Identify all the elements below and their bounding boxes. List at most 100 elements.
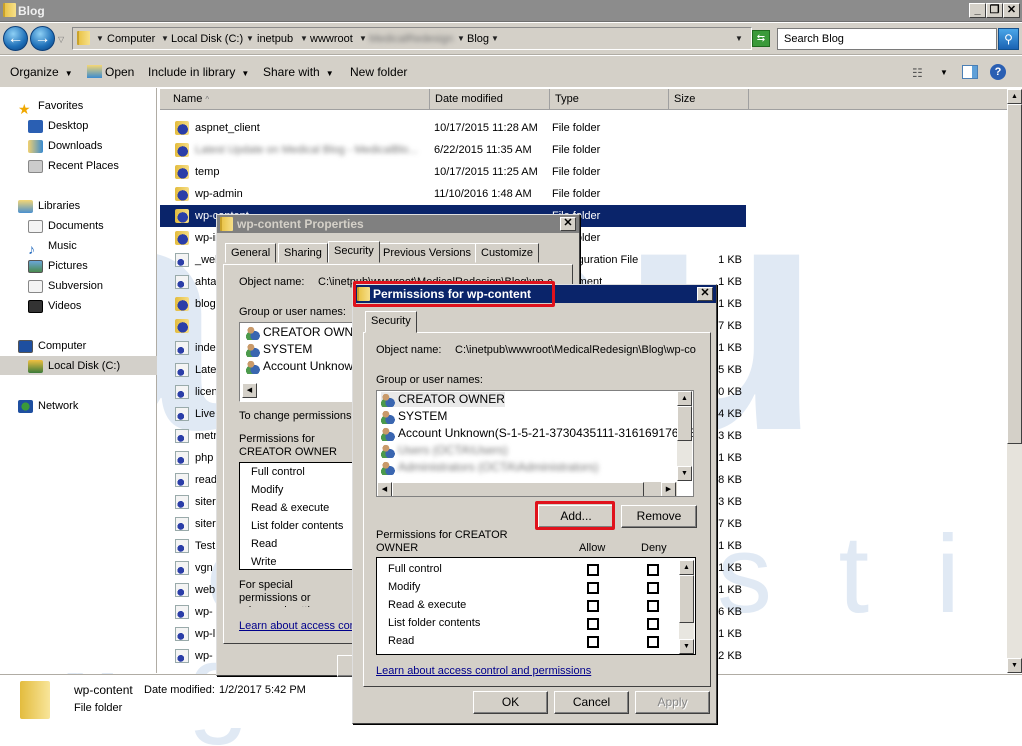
file-row[interactable]: aspnet_client 10/17/2015 11:28 AM File fol… xyxy=(160,117,746,139)
open-button[interactable]: Open xyxy=(105,65,134,79)
preview-pane-icon[interactable] xyxy=(962,65,978,79)
column-date-modified[interactable]: Date modified xyxy=(430,89,550,110)
new-folder-button[interactable]: New folder xyxy=(350,65,407,79)
nav-local-disk[interactable]: Local Disk (C:) xyxy=(28,357,120,375)
nav-documents[interactable]: Documents xyxy=(28,217,104,235)
breadcrumb-local-disk[interactable]: Local Disk (C:) xyxy=(171,33,243,45)
nav-recent-places[interactable]: Recent Places xyxy=(28,157,119,175)
nav-libraries[interactable]: Libraries xyxy=(18,197,80,215)
include-in-library-menu[interactable]: Include in library ▼ xyxy=(148,65,249,79)
search-button[interactable]: ⚲ xyxy=(998,28,1019,50)
remove-button[interactable]: Remove xyxy=(621,505,697,528)
allow-checkbox[interactable] xyxy=(587,618,599,630)
breadcrumb-inetpub[interactable]: inetpub xyxy=(257,33,293,45)
breadcrumb-blog[interactable]: Blog xyxy=(467,33,489,45)
breadcrumb-site[interactable]: MedicalRedesign xyxy=(369,33,453,45)
recent-pages-dropdown-icon[interactable]: ▽ xyxy=(58,35,64,44)
nav-videos[interactable]: Videos xyxy=(28,297,81,315)
properties-close-button[interactable]: ✕ xyxy=(560,217,576,231)
user-item[interactable]: Account Unknown(S-1-5-21-3730435111-3161… xyxy=(381,426,693,441)
address-history-dropdown-icon[interactable]: ▼ xyxy=(735,34,743,43)
nav-subversion[interactable]: Subversion xyxy=(28,277,103,295)
scroll-down-button[interactable]: ▼ xyxy=(679,639,694,654)
file-list-scrollbar[interactable]: ▲ ▼ xyxy=(1007,89,1022,673)
details-name: wp-content xyxy=(74,683,133,697)
user-item[interactable]: SYSTEM xyxy=(381,409,447,424)
column-type[interactable]: Type xyxy=(550,89,669,110)
scroll-up-button[interactable]: ▲ xyxy=(1007,89,1022,104)
scroll-left-button[interactable]: ◀ xyxy=(377,482,392,496)
help-icon[interactable]: ? xyxy=(990,64,1006,80)
deny-checkbox[interactable] xyxy=(647,618,659,630)
scroll-track[interactable] xyxy=(679,623,694,639)
permissions-close-button[interactable]: ✕ xyxy=(697,287,713,301)
user-item[interactable]: Account Unknown xyxy=(246,359,360,374)
close-button[interactable]: ✕ xyxy=(1003,3,1020,18)
allow-checkbox[interactable] xyxy=(587,582,599,594)
file-icon xyxy=(175,561,189,575)
nav-desktop[interactable]: Desktop xyxy=(28,117,88,135)
nav-network[interactable]: Network xyxy=(18,397,78,415)
scroll-down-button[interactable]: ▼ xyxy=(1007,658,1022,673)
allow-checkbox[interactable] xyxy=(587,636,599,648)
user-item[interactable]: SYSTEM xyxy=(246,342,312,357)
scroll-up-button[interactable]: ▲ xyxy=(679,560,694,575)
user-item[interactable]: CREATOR OWNER xyxy=(381,392,505,407)
breadcrumb-wwwroot[interactable]: wwwroot xyxy=(310,33,353,45)
tab-customize[interactable]: Customize xyxy=(475,243,539,263)
allow-checkbox[interactable] xyxy=(587,600,599,612)
deny-checkbox[interactable] xyxy=(647,564,659,576)
search-input[interactable]: Search Blog xyxy=(777,28,997,50)
file-row[interactable]: wp-admin 11/10/2016 1:48 AM File folder xyxy=(160,183,746,205)
tab-security[interactable]: Security xyxy=(365,311,417,333)
refresh-button[interactable]: ⇆ xyxy=(752,30,770,47)
restore-button[interactable]: ❐ xyxy=(986,3,1003,18)
deny-checkbox[interactable] xyxy=(647,600,659,612)
user-item[interactable]: Administrators (OCTA\Administrators) xyxy=(381,460,598,475)
column-size[interactable]: Size xyxy=(669,89,749,110)
deny-checkbox[interactable] xyxy=(647,636,659,648)
apply-button[interactable]: Apply xyxy=(635,691,710,714)
file-name: ahta xyxy=(195,276,217,288)
organize-menu[interactable]: Organize ▼ xyxy=(10,65,73,79)
minimize-button[interactable]: _ xyxy=(969,3,986,18)
tab-general[interactable]: General xyxy=(225,243,277,263)
scroll-track[interactable] xyxy=(677,441,692,466)
cancel-button[interactable]: Cancel xyxy=(554,691,629,714)
address-bar[interactable]: ▼ Computer ▼ Local Disk (C:) ▼ inetpub ▼… xyxy=(72,27,752,50)
nav-downloads[interactable]: Downloads xyxy=(28,137,102,155)
nav-favorites[interactable]: ★ Favorites xyxy=(18,97,83,117)
scroll-down-button[interactable]: ▼ xyxy=(677,466,692,481)
folder-icon xyxy=(175,121,189,135)
scroll-right-button[interactable]: ▶ xyxy=(661,482,676,496)
tab-security[interactable]: Security xyxy=(328,241,380,263)
view-options-icon[interactable]: ☷ xyxy=(912,66,923,80)
column-name[interactable]: Name ^ xyxy=(160,89,430,110)
breadcrumb-computer[interactable]: Computer xyxy=(107,33,155,45)
group-list[interactable]: CREATOR OWNER SYSTEM Account Unknown(S-1-5… xyxy=(376,390,694,497)
nav-pictures[interactable]: Pictures xyxy=(28,257,88,275)
scroll-thumb[interactable] xyxy=(677,406,692,441)
share-with-menu[interactable]: Share with ▼ xyxy=(263,65,334,79)
ok-button[interactable]: OK xyxy=(473,691,548,714)
deny-checkbox[interactable] xyxy=(647,582,659,594)
allow-checkbox[interactable] xyxy=(587,564,599,576)
tab-sharing[interactable]: Sharing xyxy=(278,243,328,263)
user-item[interactable]: Users (OCTA\Users) xyxy=(381,443,508,458)
back-button[interactable]: ← xyxy=(3,26,28,51)
file-row[interactable]: temp 10/17/2015 11:25 AM File folder xyxy=(160,161,746,183)
file-row[interactable]: Latest Update on Medical Blog - MedicalB… xyxy=(160,139,746,161)
scroll-thumb[interactable] xyxy=(392,482,644,496)
nav-computer[interactable]: Computer xyxy=(18,337,86,355)
learn-access-control-link[interactable]: Learn about access control and permissio… xyxy=(376,665,591,677)
tab-previous-versions[interactable]: Previous Versions xyxy=(377,243,478,263)
scroll-left-button[interactable]: ◀ xyxy=(242,383,257,398)
permissions-label: Permissions for CREATOR OWNER xyxy=(239,433,337,458)
forward-button[interactable]: → xyxy=(30,26,55,51)
scroll-thumb[interactable] xyxy=(1007,104,1022,444)
nav-music[interactable]: ♪ Music xyxy=(28,237,77,257)
scroll-up-button[interactable]: ▲ xyxy=(677,391,692,406)
scroll-thumb[interactable] xyxy=(679,575,694,623)
view-dropdown-icon[interactable]: ▼ xyxy=(940,68,948,77)
horizontal-scrollbar[interactable]: ◀ ▶ xyxy=(377,482,677,496)
